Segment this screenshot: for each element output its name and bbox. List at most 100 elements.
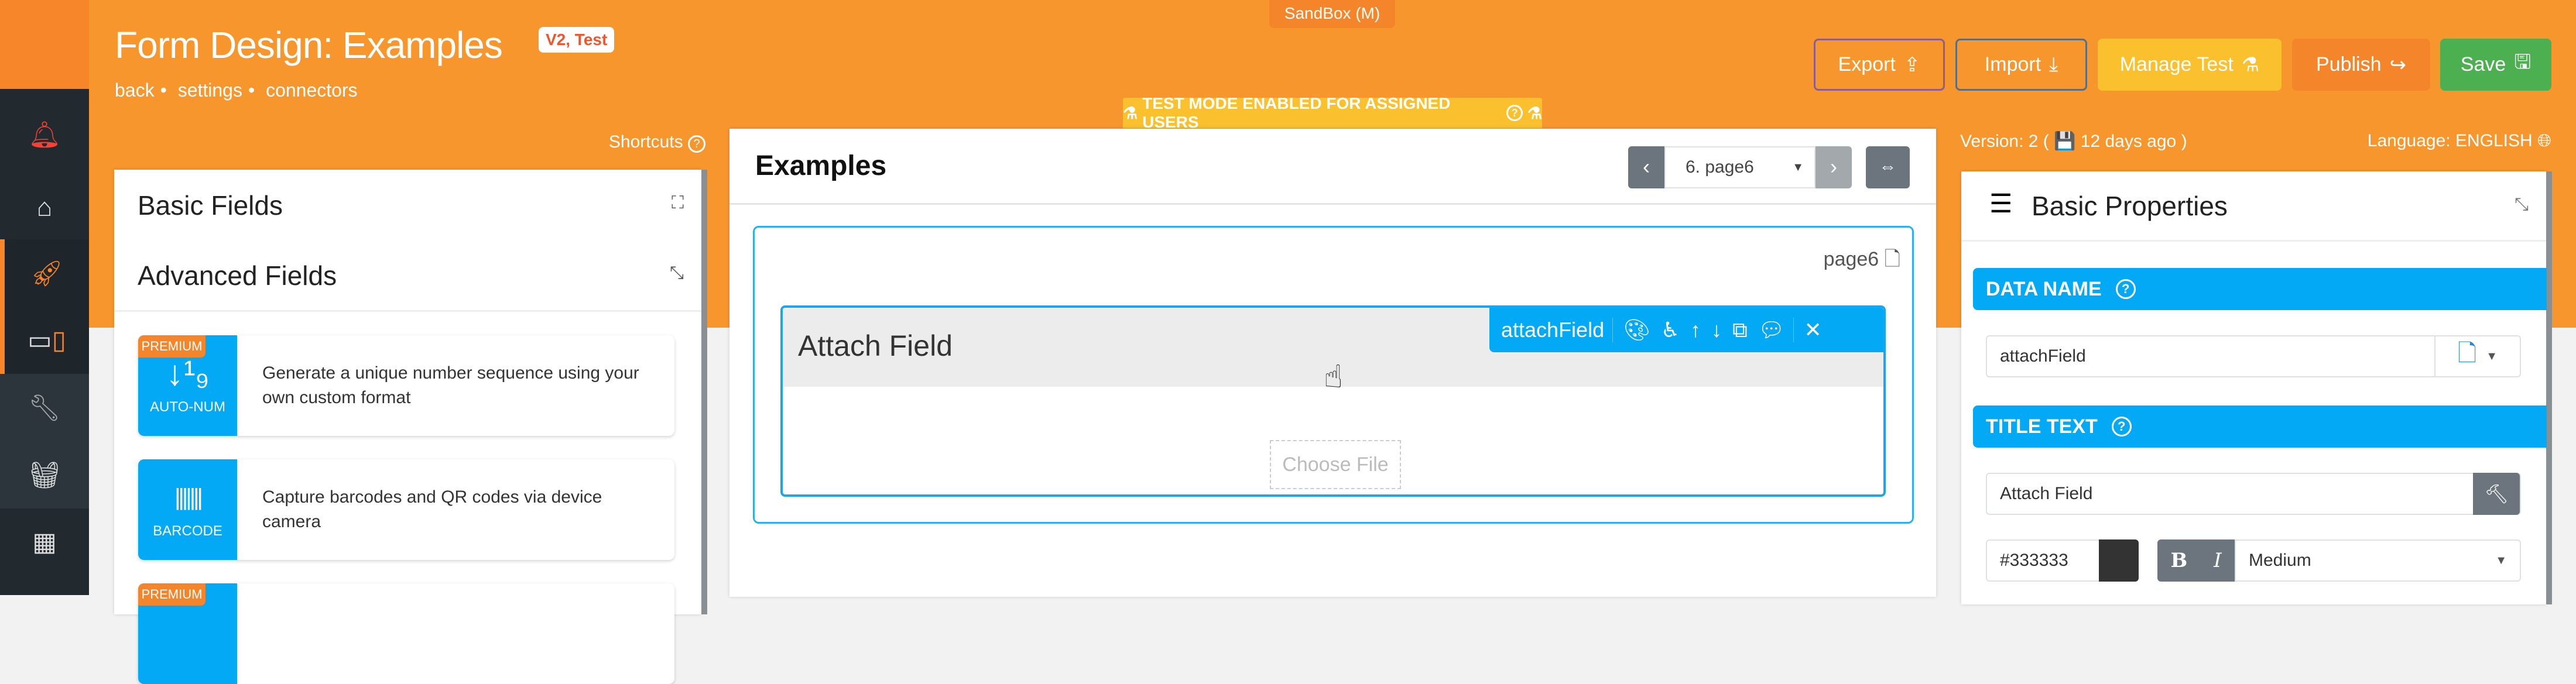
arrow-up-icon[interactable]: ↑ — [1690, 318, 1701, 342]
barcode-icon: ||||||| — [174, 484, 203, 510]
card-label: AUTO-NUM — [150, 399, 225, 415]
field-card-barcode[interactable]: ||||||| BARCODE Capture barcodes and QR c… — [138, 459, 674, 560]
logo-block — [0, 0, 89, 89]
expand-width-button[interactable]: ⇔ — [1866, 146, 1910, 188]
data-name-label: DATA NAME — [1986, 277, 2102, 300]
publish-button[interactable]: Publish ↪ — [2292, 39, 2430, 91]
import-button[interactable]: Import ⤓ — [1955, 39, 2087, 91]
choose-file-button[interactable]: Choose File — [1270, 440, 1401, 489]
field-toolbar: attachField 🎨︎ ♿︎ ↑ ↓ ⧉ 💬︎ ✕ — [1489, 308, 1883, 352]
next-page-button[interactable]: › — [1815, 146, 1852, 188]
canvas-header: Examples ‹ 6. page6 ▼ › ⇔ — [729, 129, 1936, 205]
expand-icon[interactable]: ⛶ — [672, 193, 684, 213]
card-description: Generate a unique number sequence using … — [262, 363, 639, 407]
connectors-link[interactable]: connectors — [266, 80, 358, 101]
italic-button[interactable]: I — [2214, 549, 2221, 572]
properties-panel: ☰ Basic Properties ⤡ DATA NAME? attachFi… — [1961, 171, 2552, 604]
wrench-icon[interactable]: 🔧︎ — [0, 374, 89, 441]
page-select-value: 6. page6 — [1686, 157, 1754, 177]
list-icon: ☰ — [1989, 190, 2013, 218]
bold-button[interactable]: B — [2170, 549, 2187, 572]
wrench-button[interactable]: 🔨︎ — [2473, 473, 2520, 515]
help-icon[interactable]: ? — [2115, 279, 2136, 299]
data-name-section: DATA NAME? — [1973, 268, 2547, 310]
scrollbar[interactable] — [701, 170, 707, 614]
advanced-fields-heading[interactable]: Advanced Fields — [138, 260, 337, 291]
scrollbar[interactable] — [2546, 171, 2552, 604]
help-icon[interactable]: ? — [1506, 105, 1523, 121]
field-card-auto-num[interactable]: ↓¹₉ AUTO-NUM PREMIUM Generate a unique nu… — [138, 335, 674, 436]
comment-add-icon[interactable]: 💬︎ — [1758, 318, 1794, 342]
collapse-icon[interactable]: ⤡ — [2515, 195, 2529, 215]
export-button[interactable]: Export ⇪ — [1814, 39, 1945, 91]
field-data-name: attachField — [1501, 318, 1614, 342]
settings-link[interactable]: settings — [178, 80, 242, 101]
devices-icon[interactable]: ▭ ▯ — [0, 307, 89, 374]
home-icon[interactable]: ⌂ — [0, 174, 89, 241]
data-type-dropdown[interactable]: 🗋 ▼ — [2434, 336, 2520, 376]
test-mode-banner: ⚗ TEST MODE ENABLED FOR ASSIGNED USERS? ⚗ — [1123, 94, 1542, 131]
publish-label: Publish — [2315, 53, 2382, 75]
form-title: Examples — [755, 150, 887, 181]
accessibility-icon[interactable]: ♿︎ — [1661, 318, 1680, 342]
arrow-down-icon[interactable]: ↓ — [1711, 318, 1722, 342]
font-size-select[interactable]: Medium ▼ — [2235, 539, 2521, 582]
data-name-input[interactable]: attachField 🗋 ▼ — [1986, 335, 2521, 377]
chevron-down-icon: ▼ — [1792, 161, 1804, 174]
title-text-label: TITLE TEXT — [1986, 415, 2098, 438]
barcode-block: ||||||| BARCODE — [138, 459, 237, 560]
form-canvas: Examples ‹ 6. page6 ▼ › ⇔ page6 🗋 Attach … — [729, 129, 1936, 597]
field-title: Attach Field — [798, 329, 953, 362]
header-links: back • settings • connectors — [115, 80, 358, 101]
save-button[interactable]: Save 🖫 — [2440, 39, 2551, 91]
help-icon: ? — [688, 135, 705, 153]
font-size-value: Medium — [2249, 551, 2311, 570]
flask-icon: ⚗ — [1123, 104, 1138, 122]
card-description: Capture barcodes and QR codes via device… — [262, 487, 602, 531]
page-title: Form Design: Examples — [115, 24, 503, 66]
auto-number-icon: ↓¹₉ — [166, 353, 210, 393]
color-value: #333333 — [2000, 551, 2068, 570]
attach-field[interactable]: Attach Field attachField 🎨︎ ♿︎ ↑ ↓ ⧉ 💬︎ … — [780, 305, 1886, 497]
dashboard-icon[interactable]: ▦ — [0, 508, 89, 576]
divider — [114, 310, 701, 312]
import-label: Import — [1984, 53, 2041, 75]
basket-icon[interactable]: 🧺︎ — [0, 441, 89, 508]
prev-page-button[interactable]: ‹ — [1628, 146, 1664, 188]
chevron-down-icon: ▼ — [2486, 349, 2498, 363]
back-link[interactable]: back — [115, 80, 155, 101]
close-icon[interactable]: ✕ — [1804, 318, 1822, 342]
color-swatch[interactable] — [2099, 539, 2139, 582]
basic-fields-heading[interactable]: Basic Fields — [138, 190, 283, 221]
sidebar: 🔔︎ ⌂ 🚀︎ ▭ ▯ 🔧︎ 🧺︎ ▦ — [0, 0, 89, 595]
export-label: Export — [1838, 53, 1896, 75]
flask-icon: ⚗ — [1527, 104, 1542, 122]
properties-title: Basic Properties — [2032, 191, 2228, 221]
page-select[interactable]: 6. page6 ▼ — [1664, 146, 1815, 188]
bell-icon[interactable]: 🔔︎ — [0, 101, 89, 168]
upload-icon: ⇪ — [1903, 53, 1921, 76]
shortcuts-link[interactable]: Shortcuts ? — [585, 132, 705, 153]
title-text-value: Attach Field — [2000, 484, 2093, 503]
page-label: page6 🗋 — [1824, 245, 1900, 279]
help-icon[interactable]: ? — [2111, 417, 2132, 436]
data-name-value: attachField — [2000, 346, 2086, 366]
version-badge: V2, Test — [539, 27, 615, 53]
field-card-premium[interactable]: PREMIUM — [138, 583, 674, 684]
file-icon: 🗋 — [2458, 341, 2477, 366]
palette-icon[interactable]: 🎨︎ — [1623, 318, 1650, 342]
color-input[interactable]: #333333 — [1986, 539, 2139, 582]
floppy-icon: 🖫 — [2514, 51, 2532, 73]
environment-tab: SandBox (M) — [1269, 0, 1395, 28]
title-text-section: TITLE TEXT? — [1973, 405, 2547, 448]
title-text-input[interactable]: Attach Field 🔨︎ — [1986, 473, 2521, 515]
copy-icon[interactable]: ⧉ — [1732, 318, 1748, 343]
language-selector[interactable]: Language: ENGLISH 🌐︎ — [2283, 131, 2551, 151]
rocket-icon[interactable]: 🚀︎ — [0, 239, 89, 307]
properties-header: ☰ Basic Properties ⤡ — [1961, 171, 2546, 242]
fields-panel: Basic Fields ⛶ Advanced Fields ⤡ ↓¹₉ AUTO… — [114, 170, 707, 684]
collapse-icon[interactable]: ⤡ — [670, 263, 684, 283]
save-label: Save — [2460, 53, 2506, 75]
download-icon: ⤓ — [2049, 53, 2058, 75]
manage-test-button[interactable]: Manage Test ⚗ — [2098, 39, 2282, 91]
